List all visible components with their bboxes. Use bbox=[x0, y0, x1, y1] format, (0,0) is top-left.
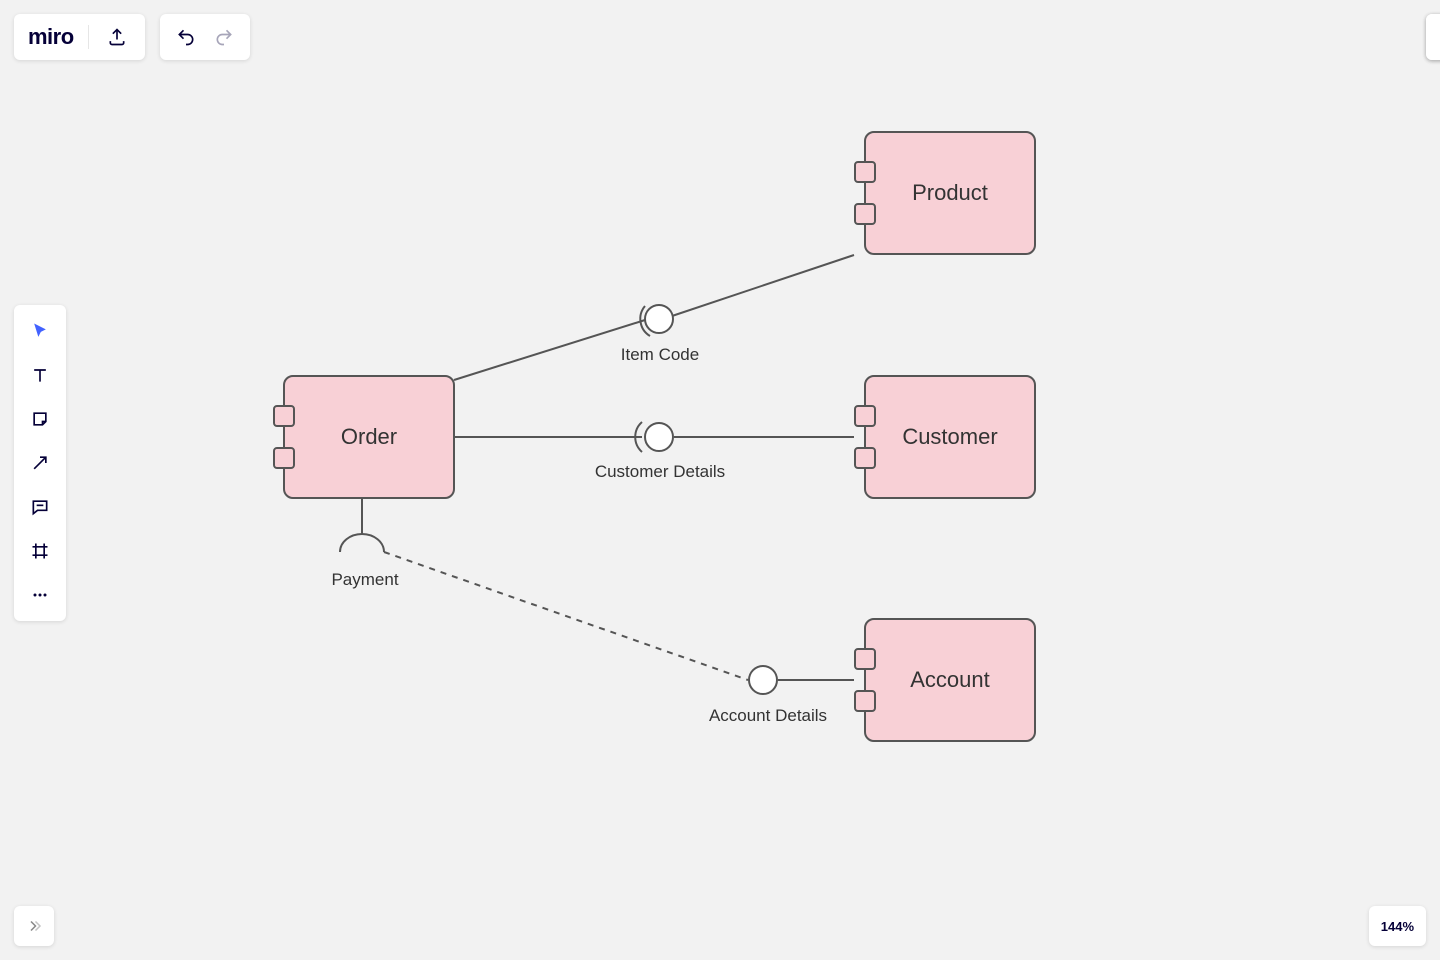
component-label: Account bbox=[910, 667, 990, 693]
sticky-note-tool-icon[interactable] bbox=[14, 405, 66, 433]
more-tools-icon[interactable] bbox=[14, 581, 66, 609]
interface-ball-account-details[interactable] bbox=[748, 665, 778, 695]
export-icon[interactable] bbox=[103, 23, 131, 51]
connection-label: Customer Details bbox=[570, 462, 750, 482]
logo-bar: miro bbox=[14, 14, 145, 60]
component-port[interactable] bbox=[854, 447, 876, 469]
comment-tool-icon[interactable] bbox=[14, 493, 66, 521]
zoom-value: 144% bbox=[1381, 919, 1414, 934]
connection-label: Item Code bbox=[600, 345, 720, 365]
interface-ball-item-code[interactable] bbox=[644, 304, 674, 334]
zoom-level[interactable]: 144% bbox=[1369, 906, 1426, 946]
component-label: Product bbox=[912, 180, 988, 206]
component-account[interactable]: Account bbox=[864, 618, 1036, 742]
component-port[interactable] bbox=[854, 161, 876, 183]
undo-redo-bar bbox=[160, 14, 250, 60]
component-port[interactable] bbox=[273, 447, 295, 469]
text-tool-icon[interactable] bbox=[14, 361, 66, 389]
interface-ball-customer-details[interactable] bbox=[644, 422, 674, 452]
tool-palette bbox=[14, 305, 66, 621]
redo-icon[interactable] bbox=[210, 23, 238, 51]
select-tool-icon[interactable] bbox=[14, 317, 66, 345]
component-label: Customer bbox=[902, 424, 997, 450]
divider bbox=[88, 25, 89, 49]
app-logo[interactable]: miro bbox=[28, 24, 74, 50]
component-port[interactable] bbox=[854, 648, 876, 670]
undo-icon[interactable] bbox=[172, 23, 200, 51]
component-label: Order bbox=[341, 424, 397, 450]
component-port[interactable] bbox=[854, 690, 876, 712]
expand-toolbar-button[interactable] bbox=[14, 906, 54, 946]
connection-label: Account Details bbox=[688, 706, 848, 726]
component-customer[interactable]: Customer bbox=[864, 375, 1036, 499]
arrow-tool-icon[interactable] bbox=[14, 449, 66, 477]
component-product[interactable]: Product bbox=[864, 131, 1036, 255]
frame-tool-icon[interactable] bbox=[14, 537, 66, 565]
canvas[interactable]: Order Product Customer Account Item Code… bbox=[0, 0, 1440, 960]
component-port[interactable] bbox=[273, 405, 295, 427]
component-port[interactable] bbox=[854, 405, 876, 427]
component-port[interactable] bbox=[854, 203, 876, 225]
side-panel-button[interactable] bbox=[1426, 14, 1440, 60]
component-order[interactable]: Order bbox=[283, 375, 455, 499]
connection-label: Payment bbox=[315, 570, 415, 590]
